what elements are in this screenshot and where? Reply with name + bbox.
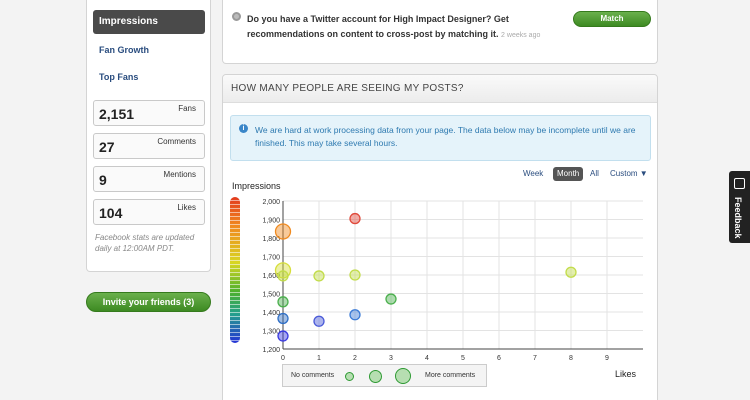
data-point: [565, 266, 577, 278]
x-tick-label: 4: [425, 355, 429, 362]
stat-label: Fans: [178, 104, 196, 113]
twitter-icon: [232, 12, 241, 21]
data-point: [385, 293, 397, 305]
recommendation-time: 2 weeks ago: [501, 32, 541, 39]
recommendation-text: Do you have a Twitter account for High I…: [247, 12, 547, 43]
x-tick-label: 9: [605, 355, 609, 362]
stat-comments: 27 Comments: [93, 133, 205, 159]
facebook-update-note: Facebook stats are updated daily at 12:0…: [95, 233, 195, 253]
recommendation-message: Do you have a Twitter account for High I…: [247, 14, 509, 39]
match-button[interactable]: Match: [573, 11, 651, 27]
y-tick-label: 1,500: [262, 292, 280, 299]
chart-legend: No comments More comments: [282, 364, 487, 387]
data-point: [349, 212, 361, 225]
legend-dot-small: [345, 372, 354, 381]
sidebar-item-top-fans[interactable]: Top Fans: [99, 72, 138, 82]
x-tick-label: 6: [497, 355, 501, 362]
y-tick-label: 1,300: [262, 329, 280, 336]
stat-label: Mentions: [163, 170, 196, 179]
y-tick-label: 1,400: [262, 310, 280, 317]
stat-fans: 2,151 Fans: [93, 100, 205, 126]
data-point: [313, 315, 325, 327]
y-tick-label: 1,700: [262, 255, 280, 262]
stat-label: Comments: [157, 137, 196, 146]
stat-mentions: 9 Mentions: [93, 166, 205, 192]
x-tick-label: 2: [353, 355, 357, 362]
x-tick-label: 1: [317, 355, 321, 362]
data-point: [277, 330, 289, 342]
x-tick-label: 5: [461, 355, 465, 362]
legend-no-comments: No comments: [291, 372, 335, 379]
stat-value: 104: [99, 205, 123, 221]
stat-value: 9: [99, 172, 107, 188]
stat-likes: 104 Likes: [93, 199, 205, 225]
bubble-chart: 1,2001,3001,4001,5001,6001,7001,8001,900…: [262, 199, 643, 362]
x-axis-title: Likes: [615, 369, 637, 379]
processing-info-box: i We are hard at work processing data fr…: [230, 115, 651, 161]
legend-dot-medium: [369, 370, 382, 383]
data-point: [277, 296, 289, 308]
impressions-panel: HOW MANY PEOPLE ARE SEEING MY POSTS? i W…: [222, 74, 658, 400]
sidebar-item-impressions[interactable]: Impressions: [93, 10, 205, 34]
stat-value: 2,151: [99, 106, 135, 122]
tab-all[interactable]: All: [586, 167, 603, 181]
data-point: [277, 270, 289, 282]
info-icon: i: [239, 124, 248, 133]
tab-custom[interactable]: Custom ▼: [606, 167, 652, 181]
tab-month[interactable]: Month: [553, 167, 584, 181]
sidebar-item-fan-growth[interactable]: Fan Growth: [99, 45, 149, 55]
x-tick-label: 0: [281, 355, 285, 362]
legend-more-comments: More comments: [425, 372, 476, 379]
feedback-tab[interactable]: Feedback: [729, 171, 750, 243]
sidebar: Impressions Fan Growth Top Fans 2,151 Fa…: [86, 0, 211, 272]
legend-dot-large: [395, 368, 411, 384]
x-tick-label: 3: [389, 355, 393, 362]
stat-label: Likes: [177, 203, 196, 212]
y-tick-label: 1,900: [262, 218, 280, 225]
y-tick-label: 2,000: [262, 199, 280, 206]
info-text: We are hard at work processing data from…: [255, 125, 636, 148]
data-point: [349, 269, 361, 281]
data-point: [313, 270, 325, 282]
invite-friends-button[interactable]: Invite your friends (3): [86, 292, 211, 312]
recommendation-panel: Do you have a Twitter account for High I…: [222, 0, 658, 64]
tab-week[interactable]: Week: [519, 167, 547, 181]
data-point: [277, 312, 289, 325]
impressions-color-scale: [230, 197, 240, 343]
x-tick-label: 8: [569, 355, 573, 362]
x-tick-label: 7: [533, 355, 537, 362]
feedback-icon: [734, 178, 745, 189]
panel-title: HOW MANY PEOPLE ARE SEEING MY POSTS?: [223, 75, 657, 103]
data-point: [349, 309, 361, 321]
stat-value: 27: [99, 139, 115, 155]
data-point: [274, 223, 292, 240]
feedback-label: Feedback: [733, 197, 743, 239]
y-axis-title: Impressions: [232, 181, 281, 191]
y-tick-label: 1,200: [262, 347, 280, 354]
